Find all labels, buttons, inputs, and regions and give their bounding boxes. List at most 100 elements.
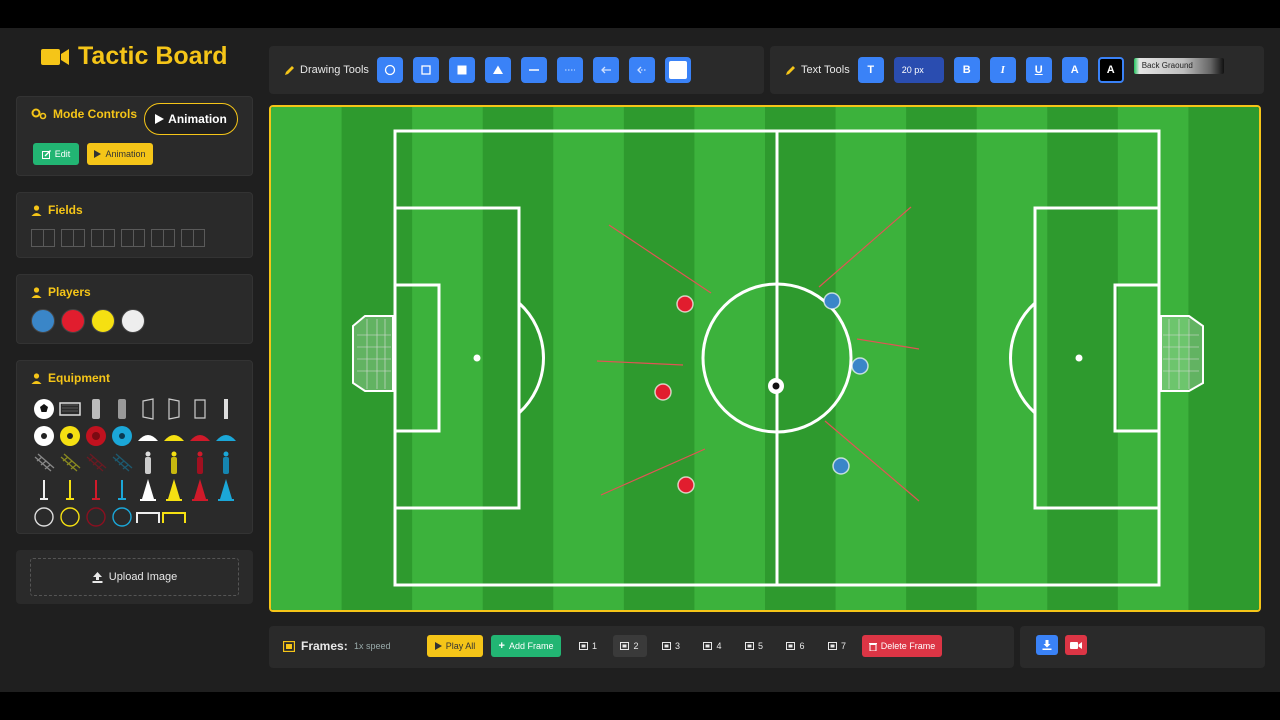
tool-dotted-line-button[interactable]	[556, 57, 583, 83]
hurdle-yellow-icon[interactable]	[161, 510, 187, 524]
frame-button[interactable]: 2	[612, 635, 647, 657]
red-player-token[interactable]	[677, 476, 695, 494]
pole-white-icon[interactable]	[39, 478, 49, 502]
disc-red-icon[interactable]	[85, 425, 107, 447]
ladder-cyan-icon[interactable]	[111, 453, 133, 473]
ring-white-icon[interactable]	[33, 506, 55, 528]
goal-side-icon[interactable]	[193, 398, 207, 420]
field-thumb-perspective[interactable]	[31, 229, 55, 247]
font-color-button[interactable]: A	[1061, 57, 1088, 83]
player-white[interactable]	[121, 309, 145, 333]
tool-square-button[interactable]	[412, 57, 439, 83]
delete-frame-button[interactable]: Delete Frame	[862, 635, 942, 657]
grass-stripe	[271, 107, 343, 610]
download-button[interactable]	[1036, 635, 1058, 655]
player-yellow[interactable]	[91, 309, 115, 333]
speed-select[interactable]: 1x speed	[354, 641, 391, 651]
film-icon	[703, 642, 713, 650]
cone-tall-red-icon[interactable]	[191, 478, 209, 502]
field-thumb-full[interactable]	[61, 229, 85, 247]
cone-flat-cyan-icon[interactable]	[214, 428, 238, 444]
ladder-white-icon[interactable]	[33, 453, 55, 473]
font-size-input[interactable]: 20 px	[893, 57, 944, 83]
player-red[interactable]	[61, 309, 85, 333]
right-penalty-spot	[1075, 354, 1083, 362]
dummy-red-icon[interactable]	[194, 451, 206, 475]
pitch-canvas[interactable]	[269, 105, 1261, 612]
upload-image-button[interactable]: Upload Image	[30, 558, 239, 596]
tool-triangle-button[interactable]	[484, 57, 511, 83]
film-icon	[620, 642, 630, 650]
circle-outline-icon	[384, 64, 396, 76]
ball-icon[interactable]	[33, 398, 55, 420]
frame-button[interactable]: 6	[778, 635, 813, 657]
frame-button[interactable]: 3	[654, 635, 688, 657]
edit-mode-button[interactable]: Edit	[33, 143, 79, 165]
mannequin-gray-icon[interactable]	[89, 398, 103, 420]
pole-cyan-icon[interactable]	[117, 478, 127, 502]
fields-title: Fields	[31, 203, 83, 217]
ball-token[interactable]	[768, 378, 784, 394]
underline-button[interactable]: U	[1025, 57, 1052, 83]
tool-dotted-arrow-button[interactable]	[628, 57, 655, 83]
color-white-swatch[interactable]	[664, 57, 691, 83]
tool-circle-button[interactable]	[376, 57, 403, 83]
frame-button[interactable]: 4	[695, 635, 730, 657]
bold-button[interactable]: B	[953, 57, 980, 83]
goal-side-icon[interactable]	[141, 397, 155, 420]
add-frame-button[interactable]: + Add Frame	[491, 635, 561, 657]
field-thumb-half[interactable]	[91, 229, 115, 247]
disc-cyan-icon[interactable]	[111, 425, 133, 447]
dummy-white-icon[interactable]	[142, 451, 154, 475]
blue-player-token[interactable]	[823, 292, 841, 310]
animation-mode-toggle[interactable]: Animation	[144, 103, 238, 135]
cone-flat-red-icon[interactable]	[188, 428, 212, 444]
cone-flat-white-icon[interactable]	[136, 428, 160, 444]
pole-red-icon[interactable]	[91, 478, 101, 502]
ladder-yellow-icon[interactable]	[59, 453, 81, 473]
blue-player-token[interactable]	[832, 457, 850, 475]
record-video-button[interactable]	[1065, 635, 1087, 655]
disc-yellow-icon[interactable]	[59, 425, 81, 447]
goal-side-icon[interactable]	[167, 397, 181, 420]
field-thumb-blank[interactable]	[181, 229, 205, 247]
ladder-red-icon[interactable]	[85, 453, 107, 473]
cone-tall-cyan-icon[interactable]	[217, 478, 235, 502]
play-icon	[94, 150, 102, 158]
frame-button[interactable]: 7	[820, 635, 854, 657]
field-thumb-futsal[interactable]	[151, 229, 175, 247]
blue-player-token[interactable]	[851, 357, 869, 375]
cone-tall-yellow-icon[interactable]	[165, 478, 183, 502]
background-color-slider[interactable]: Back Graound	[1133, 58, 1224, 74]
dummy-cyan-icon[interactable]	[220, 451, 232, 475]
cone-tall-white-icon[interactable]	[139, 478, 157, 502]
hurdle-white-icon[interactable]	[135, 510, 161, 524]
red-player-token[interactable]	[676, 295, 694, 313]
play-all-button[interactable]: Play All	[427, 635, 483, 657]
frame-button[interactable]: 1	[571, 635, 605, 657]
dummy-yellow-icon[interactable]	[168, 451, 180, 475]
pitch-svg[interactable]	[271, 107, 1259, 610]
pole-icon[interactable]	[221, 398, 231, 420]
text-tool-button[interactable]: T	[857, 57, 884, 83]
tool-arrow-button[interactable]	[592, 57, 619, 83]
grass-stripes	[271, 107, 1259, 610]
player-blue[interactable]	[31, 309, 55, 333]
ring-red-icon[interactable]	[85, 506, 107, 528]
italic-button[interactable]: I	[989, 57, 1016, 83]
field-thumb-vertical[interactable]	[121, 229, 145, 247]
ring-cyan-icon[interactable]	[111, 506, 133, 528]
tool-filled-square-button[interactable]	[448, 57, 475, 83]
mannequin-gray-icon[interactable]	[115, 398, 129, 420]
red-player-token[interactable]	[654, 383, 672, 401]
frame-number: 5	[757, 641, 763, 651]
cone-flat-yellow-icon[interactable]	[162, 428, 186, 444]
ring-yellow-icon[interactable]	[59, 506, 81, 528]
goal-icon[interactable]	[59, 401, 81, 417]
disc-white-icon[interactable]	[33, 425, 55, 447]
text-background-button[interactable]: A	[1097, 57, 1124, 83]
tool-line-button[interactable]	[520, 57, 547, 83]
pole-yellow-icon[interactable]	[65, 478, 75, 502]
frame-button[interactable]: 5	[737, 635, 771, 657]
animation-mode-button[interactable]: Animation	[87, 143, 153, 165]
